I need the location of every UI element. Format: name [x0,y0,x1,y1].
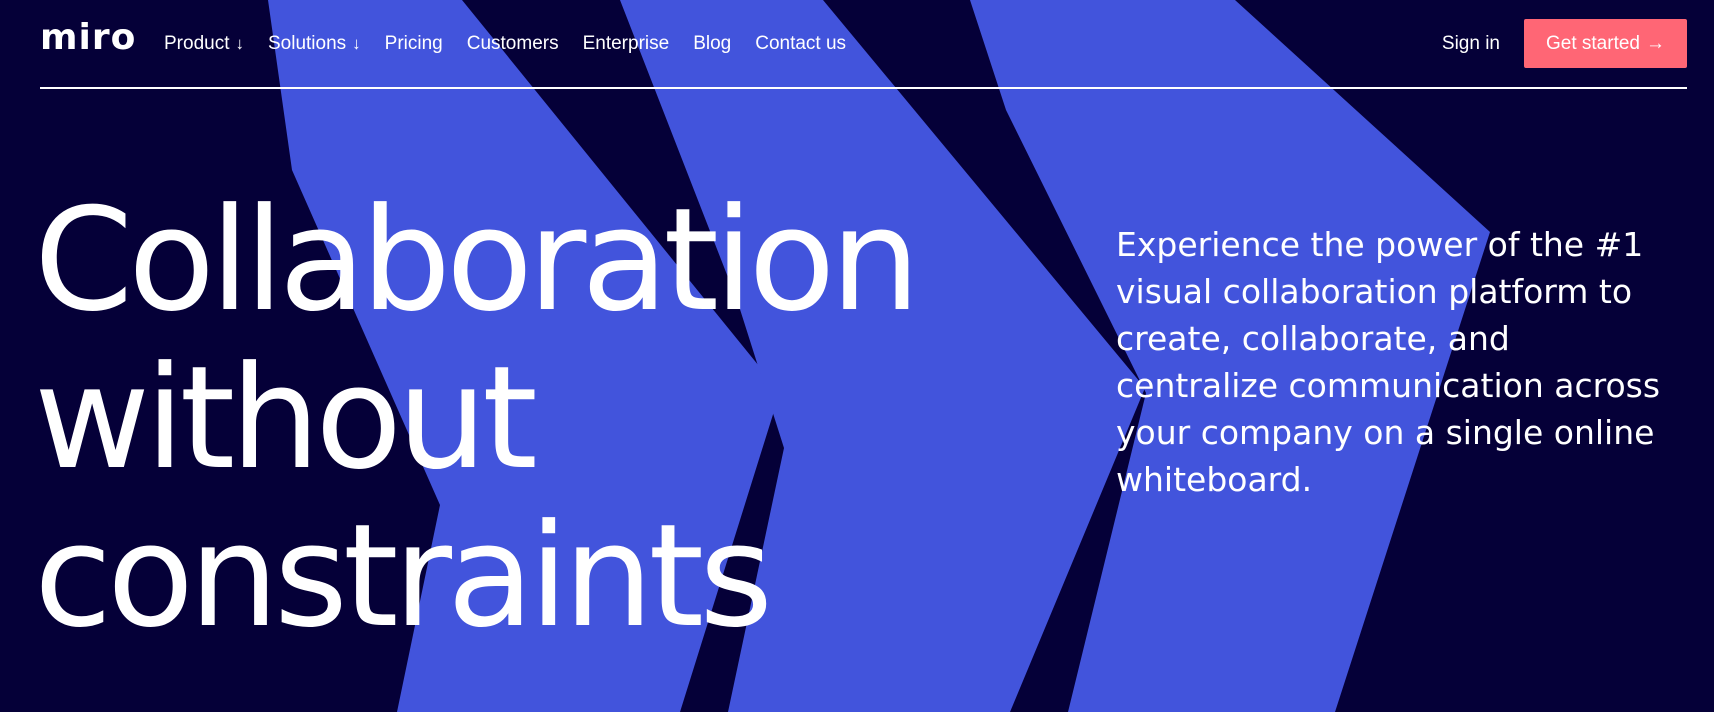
nav-item-label: Contact us [755,33,847,54]
nav-item-label: Enterprise [582,33,670,54]
nav-item-customers[interactable]: Customers [467,32,559,56]
hero-heading-line: constraints [34,494,773,659]
nav-item-pricing[interactable]: Pricing [385,32,443,56]
nav-item-label: Blog [693,33,732,54]
nav-item-label: Pricing [384,33,443,54]
sign-in-link[interactable]: Sign in [1442,32,1500,56]
hero-heading: Collaboration without constraints [34,178,920,659]
miro-logo[interactable]: miro [40,20,136,56]
nav-item-label: Solutions [267,33,347,54]
nav-item-contact-us[interactable]: Contact us [755,32,846,56]
nav-item-label: Customers [466,33,559,54]
hero-description: Experience the power of the #1 visual co… [1116,225,1661,499]
arrow-down-icon: ↓ [352,34,361,53]
get-started-button[interactable]: Get started → [1524,19,1687,68]
arrow-down-icon: ↓ [235,34,244,53]
nav-item-label: Product [164,33,230,54]
get-started-label: Get started [1546,32,1640,54]
top-navbar: miro Product ↓ Solutions ↓ Pricing Custo… [40,0,1687,89]
arrow-right-icon: → [1646,32,1665,54]
nav-divider [40,87,1687,89]
nav-item-blog[interactable]: Blog [693,32,731,56]
nav-item-enterprise[interactable]: Enterprise [583,32,670,56]
nav-item-solutions[interactable]: Solutions ↓ [268,32,361,56]
main-nav-menu: Product ↓ Solutions ↓ Pricing Customers … [164,32,870,56]
nav-item-product[interactable]: Product ↓ [164,32,244,56]
hero-heading-line: Collaboration [34,178,920,343]
hero-heading-line: without [34,336,538,501]
